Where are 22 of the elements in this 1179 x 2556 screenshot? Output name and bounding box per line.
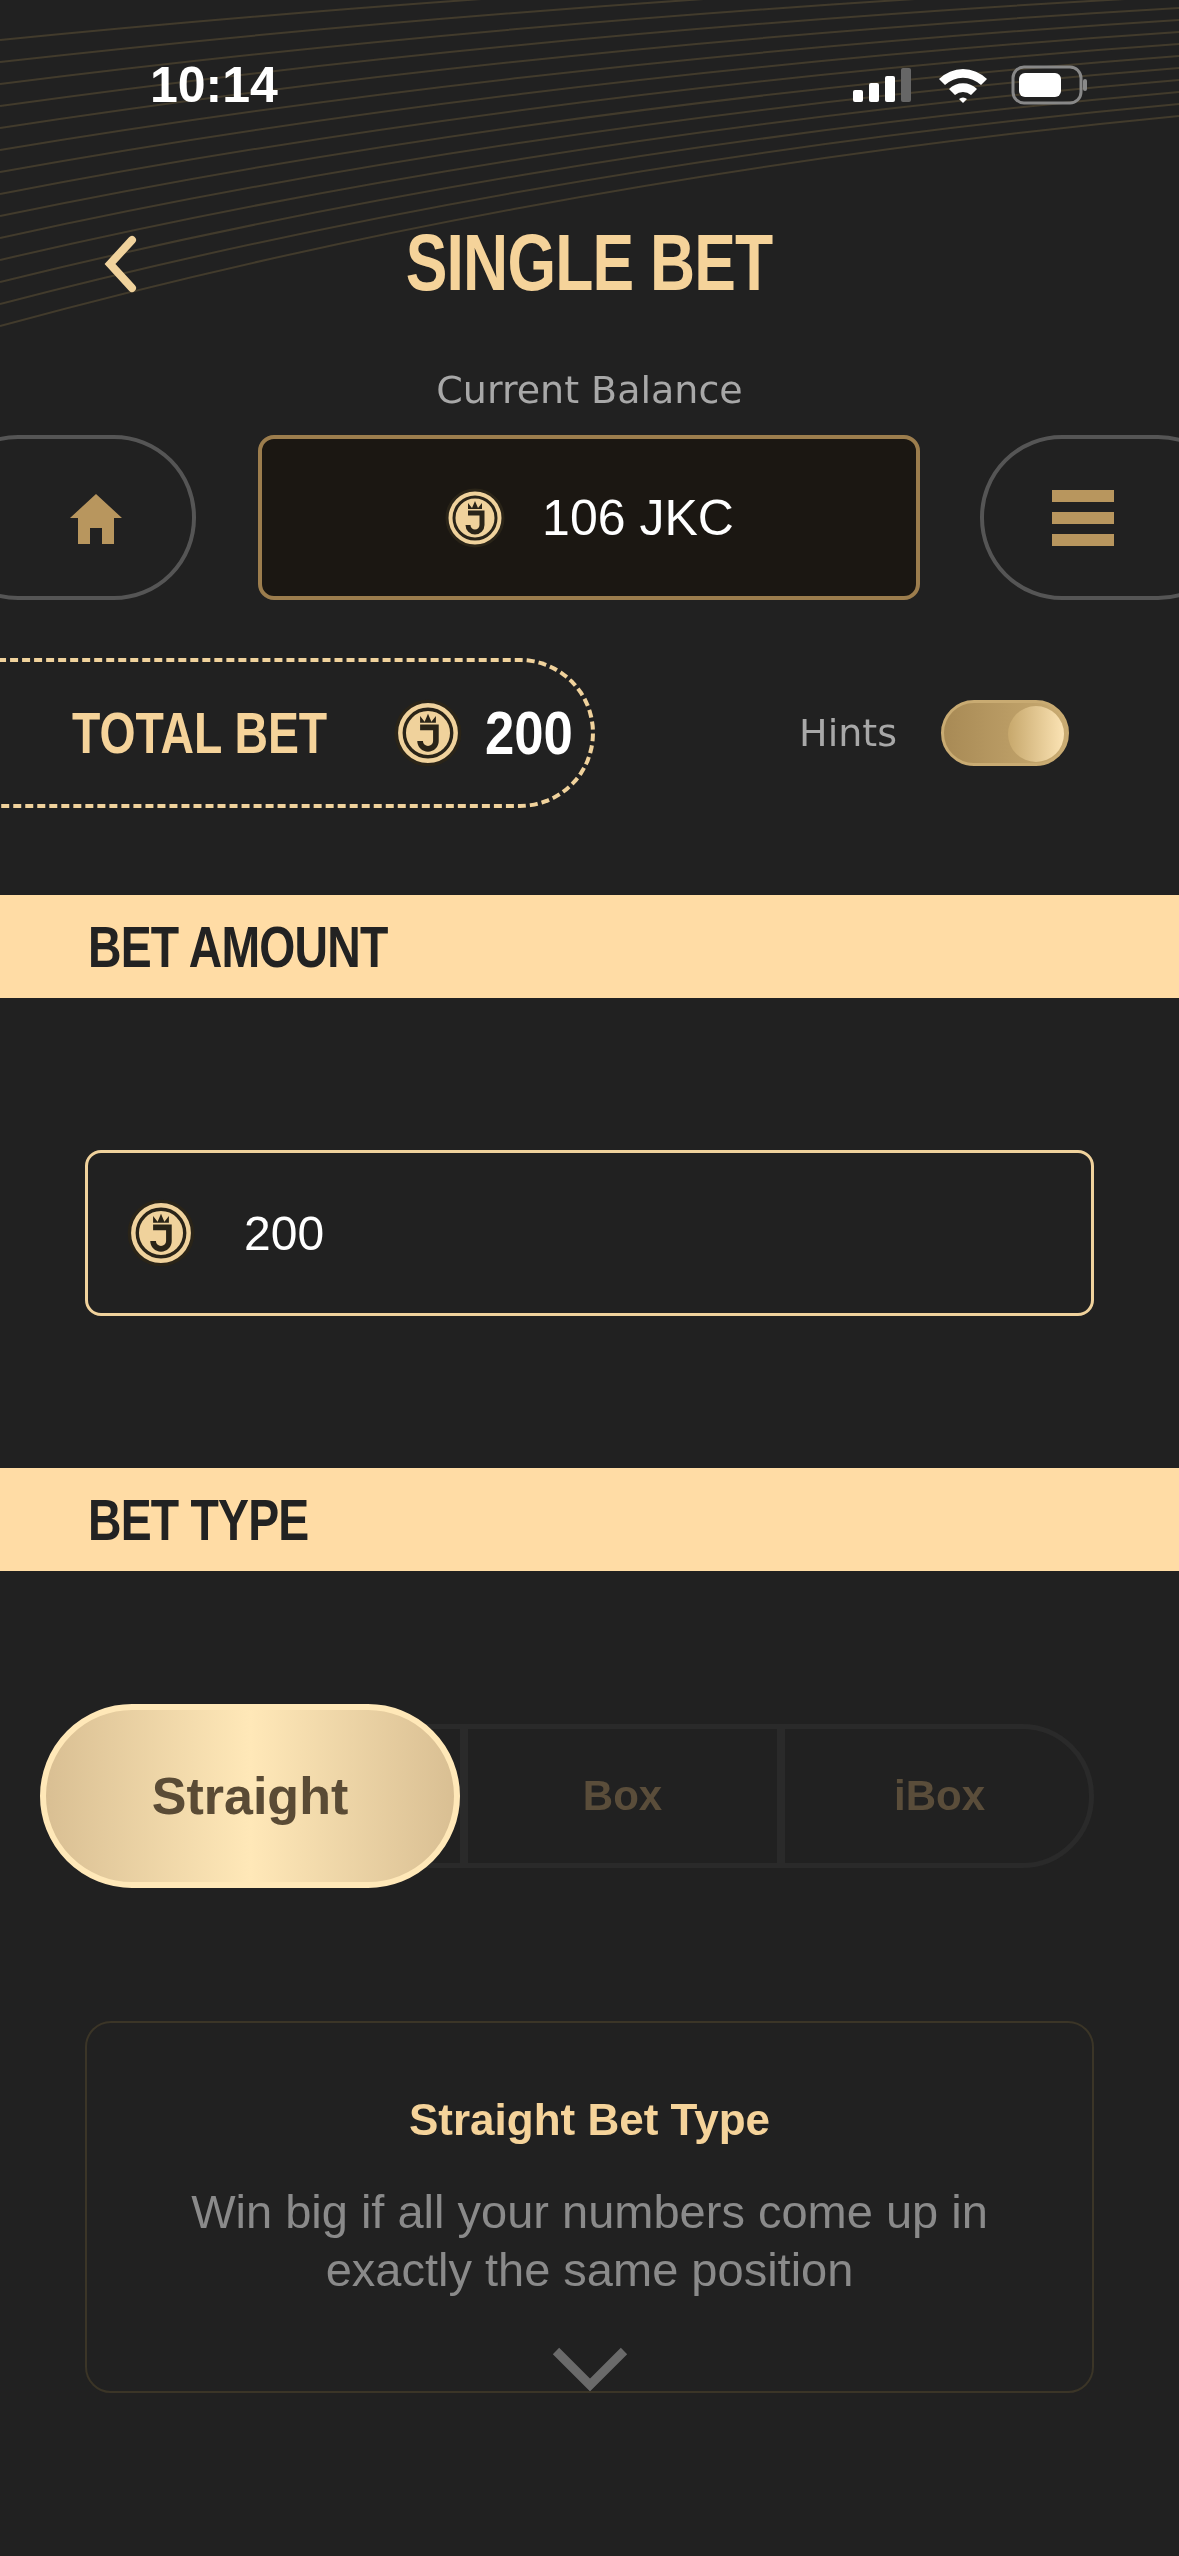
- info-text: Win big if all your numbers come up in exactly the same position: [190, 2184, 989, 2298]
- page-title: SINGLE BET: [406, 216, 773, 309]
- bet-amount-field[interactable]: 200: [85, 1150, 1094, 1316]
- coin-icon: [444, 486, 507, 549]
- total-bet-label: TOTAL BET: [72, 699, 328, 766]
- menu-icon: [1052, 489, 1114, 546]
- chevron-down-icon[interactable]: [551, 2347, 628, 2391]
- section-header: BET AMOUNT: [0, 895, 1179, 998]
- hints-label: Hints: [799, 710, 897, 755]
- balance-display: 106 JKC: [258, 435, 920, 600]
- total-bet-amount: 200: [485, 697, 573, 768]
- coin-icon: [126, 1198, 196, 1268]
- wifi-icon: [937, 66, 989, 104]
- section-header: BET TYPE: [0, 1468, 1179, 1571]
- status-time: 10:14: [150, 56, 278, 114]
- bet-type-tab[interactable]: Straight: [40, 1704, 460, 1888]
- menu-button[interactable]: [980, 435, 1179, 600]
- battery-icon: [1011, 65, 1089, 105]
- home-button[interactable]: [0, 435, 196, 600]
- coin-icon: [393, 697, 463, 768]
- balance-label: Current Balance: [435, 367, 744, 414]
- info-title: Straight Bet Type: [409, 2095, 770, 2145]
